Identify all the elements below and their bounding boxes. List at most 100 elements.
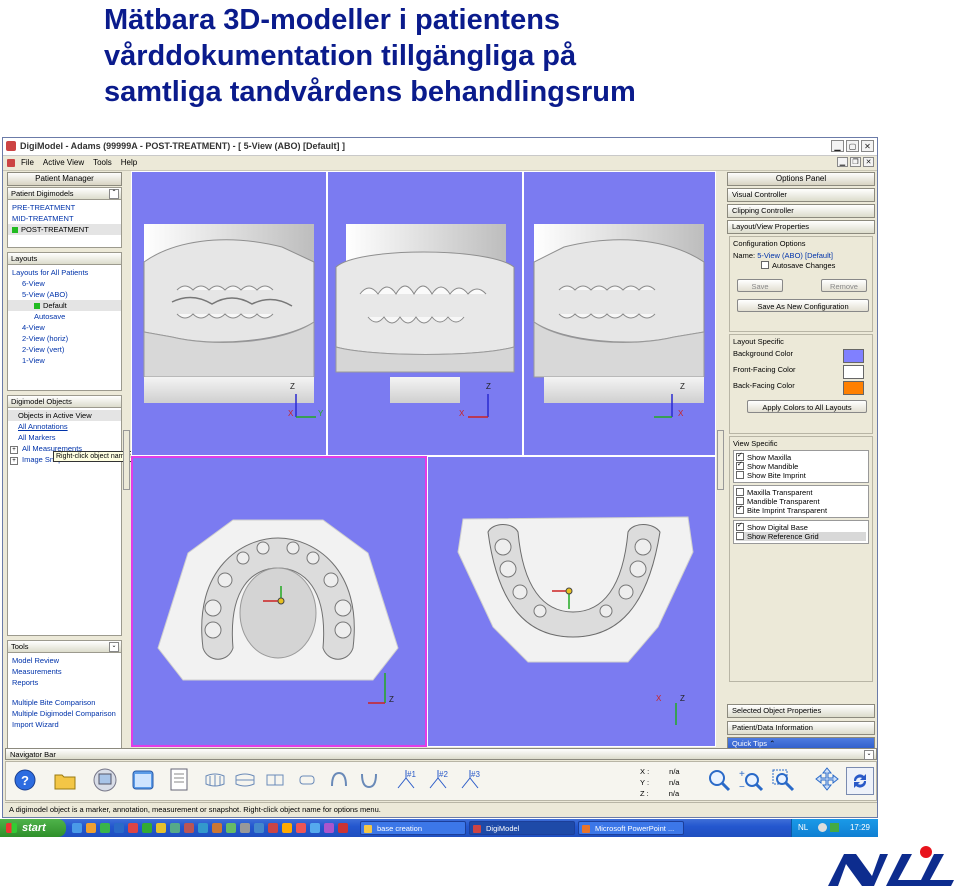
zoom-in-out-icon[interactable]: + − xyxy=(738,767,764,793)
quicklaunch-icon[interactable] xyxy=(100,823,110,833)
mandible-transparent-row[interactable]: Mandible Transparent xyxy=(736,497,866,506)
quicklaunch-icon[interactable] xyxy=(128,823,138,833)
collapse-icon[interactable]: ⌄ xyxy=(109,642,119,652)
show-mandible-checkbox[interactable] xyxy=(736,460,744,470)
bite-2-icon[interactable]: #2 xyxy=(426,767,452,793)
list-item-pre-treatment[interactable]: PRE-TREATMENT xyxy=(8,202,121,213)
expand-icon[interactable]: + xyxy=(10,446,18,454)
quicklaunch-icon[interactable] xyxy=(212,823,222,833)
maxilla-transparent-row[interactable]: Maxilla Transparent xyxy=(736,488,866,497)
bite-imprint-transparent-checkbox[interactable] xyxy=(736,504,744,514)
layout-1-view[interactable]: 1-View xyxy=(8,355,121,366)
patient-data-information-header[interactable]: Patient/Data Information xyxy=(727,721,875,735)
quicklaunch-icon[interactable] xyxy=(310,823,320,833)
mandible-arch-icon[interactable] xyxy=(356,767,382,793)
quicklaunch-icon[interactable] xyxy=(240,823,250,833)
layout-default[interactable]: Default xyxy=(8,300,121,311)
task-powerpoint[interactable]: Microsoft PowerPoint ... xyxy=(578,821,684,835)
close-button[interactable]: ✕ xyxy=(861,140,874,152)
collapse-icon[interactable]: ⌃ xyxy=(109,189,119,199)
language-indicator[interactable]: NL xyxy=(798,819,808,837)
quicklaunch-icon[interactable] xyxy=(198,823,208,833)
layouts-header[interactable]: Layouts xyxy=(7,252,122,265)
quicklaunch-icon[interactable] xyxy=(296,823,306,833)
show-reference-grid-checkbox[interactable] xyxy=(736,532,744,540)
apply-colors-button[interactable]: Apply Colors to All Layouts xyxy=(747,400,867,413)
visual-controller-header[interactable]: Visual Controller xyxy=(727,188,875,202)
layout-autosave[interactable]: Autosave xyxy=(8,311,121,322)
quicklaunch-icon[interactable] xyxy=(338,823,348,833)
show-digital-base-checkbox[interactable] xyxy=(736,521,744,531)
start-button[interactable]: start xyxy=(0,819,66,837)
tray-icon[interactable] xyxy=(818,823,827,832)
viewport-left-side[interactable]: Z X xyxy=(523,171,716,456)
menu-active-view[interactable]: Active View xyxy=(43,158,84,167)
open-folder-icon[interactable] xyxy=(52,767,78,793)
viewport-frontal[interactable]: Z X xyxy=(327,171,523,456)
maxilla-arch-icon[interactable] xyxy=(326,767,352,793)
menu-file[interactable]: File xyxy=(21,158,34,167)
mdi-restore-button[interactable]: ❐ xyxy=(850,157,861,167)
left-splitter-handle[interactable] xyxy=(123,430,130,490)
navigator-bar-header[interactable]: Navigator Bar ⌄ xyxy=(5,748,877,760)
collapse-icon[interactable]: ⌄ xyxy=(864,750,874,760)
layout-2-view-horiz[interactable]: 2-View (horiz) xyxy=(8,333,121,344)
mdi-close-button[interactable]: ✕ xyxy=(863,157,874,167)
show-reference-grid-row[interactable]: Show Reference Grid xyxy=(736,532,866,541)
layouts-root[interactable]: Layouts for All Patients xyxy=(8,267,121,278)
zoom-icon[interactable] xyxy=(706,767,732,793)
background-color-swatch[interactable] xyxy=(843,349,864,363)
patient-digimodels-header[interactable]: Patient Digimodels ⌃ xyxy=(7,187,122,200)
options-panel-header[interactable]: Options Panel xyxy=(727,172,875,186)
save-button[interactable]: Save xyxy=(737,279,783,292)
all-annotations[interactable]: All Annotations xyxy=(8,421,121,432)
show-digital-base-row[interactable]: Show Digital Base xyxy=(736,521,866,532)
show-maxilla-row[interactable]: Show Maxilla xyxy=(736,451,866,462)
viewport-maxilla-occlusal[interactable]: Z xyxy=(131,456,427,747)
list-item-mid-treatment[interactable]: MID-TREATMENT xyxy=(8,213,121,224)
tool-multiple-bite-comparison[interactable]: Multiple Bite Comparison xyxy=(8,697,121,708)
help-icon[interactable]: ? xyxy=(12,767,38,793)
tray-icon[interactable] xyxy=(830,823,839,832)
arch-side-icon[interactable] xyxy=(262,767,288,793)
menu-tools[interactable]: Tools xyxy=(93,158,112,167)
tool-reports[interactable]: Reports xyxy=(8,677,121,688)
clipping-controller-header[interactable]: Clipping Controller xyxy=(727,204,875,218)
expand-icon[interactable]: + xyxy=(10,457,18,465)
layout-4-view[interactable]: 4-View xyxy=(8,322,121,333)
quicklaunch-icon[interactable] xyxy=(142,823,152,833)
task-digimodel[interactable]: DigiModel xyxy=(469,821,575,835)
menu-help[interactable]: Help xyxy=(121,158,137,167)
maxilla-transparent-checkbox[interactable] xyxy=(736,488,744,496)
arch-back-icon[interactable] xyxy=(294,767,320,793)
quicklaunch-icon[interactable] xyxy=(72,823,82,833)
show-bite-imprint-row[interactable]: Show Bite Imprint xyxy=(736,471,866,480)
document-icon[interactable] xyxy=(166,767,192,793)
autosave-checkbox[interactable] xyxy=(761,261,769,269)
mdi-minimize-button[interactable]: ▁ xyxy=(837,157,848,167)
quicklaunch-icon[interactable] xyxy=(156,823,166,833)
bite-1-icon[interactable]: #1 xyxy=(394,767,420,793)
tool-import-wizard[interactable]: Import Wizard xyxy=(8,719,121,730)
rotate-icon[interactable] xyxy=(846,767,874,795)
layout-6-view[interactable]: 6-View xyxy=(8,278,121,289)
bite-imprint-transparent-row[interactable]: Bite Imprint Transparent xyxy=(736,504,866,515)
quicklaunch-icon[interactable] xyxy=(86,823,96,833)
front-facing-color-swatch[interactable] xyxy=(843,365,864,379)
quicklaunch-icon[interactable] xyxy=(324,823,334,833)
quicklaunch-icon[interactable] xyxy=(226,823,236,833)
window-view-icon[interactable] xyxy=(130,767,156,793)
quicklaunch-icon[interactable] xyxy=(268,823,278,833)
viewport-right-side[interactable]: Z X Y xyxy=(131,171,327,456)
bite-3-icon[interactable]: #3 xyxy=(458,767,484,793)
quicklaunch-icon[interactable] xyxy=(282,823,292,833)
patient-manager-header[interactable]: Patient Manager xyxy=(7,172,122,186)
show-mandible-row[interactable]: Show Mandible xyxy=(736,460,866,471)
tool-measurements[interactable]: Measurements xyxy=(8,666,121,677)
save-as-new-configuration-button[interactable]: Save As New Configuration xyxy=(737,299,869,312)
list-item-post-treatment[interactable]: POST-TREATMENT xyxy=(8,224,121,235)
selected-object-properties-header[interactable]: Selected Object Properties xyxy=(727,704,875,718)
viewport-mandible-occlusal[interactable]: X Z xyxy=(427,456,716,747)
layout-5-view[interactable]: 5-View (ABO) xyxy=(8,289,121,300)
layout-view-properties-header[interactable]: Layout/View Properties xyxy=(727,220,875,234)
